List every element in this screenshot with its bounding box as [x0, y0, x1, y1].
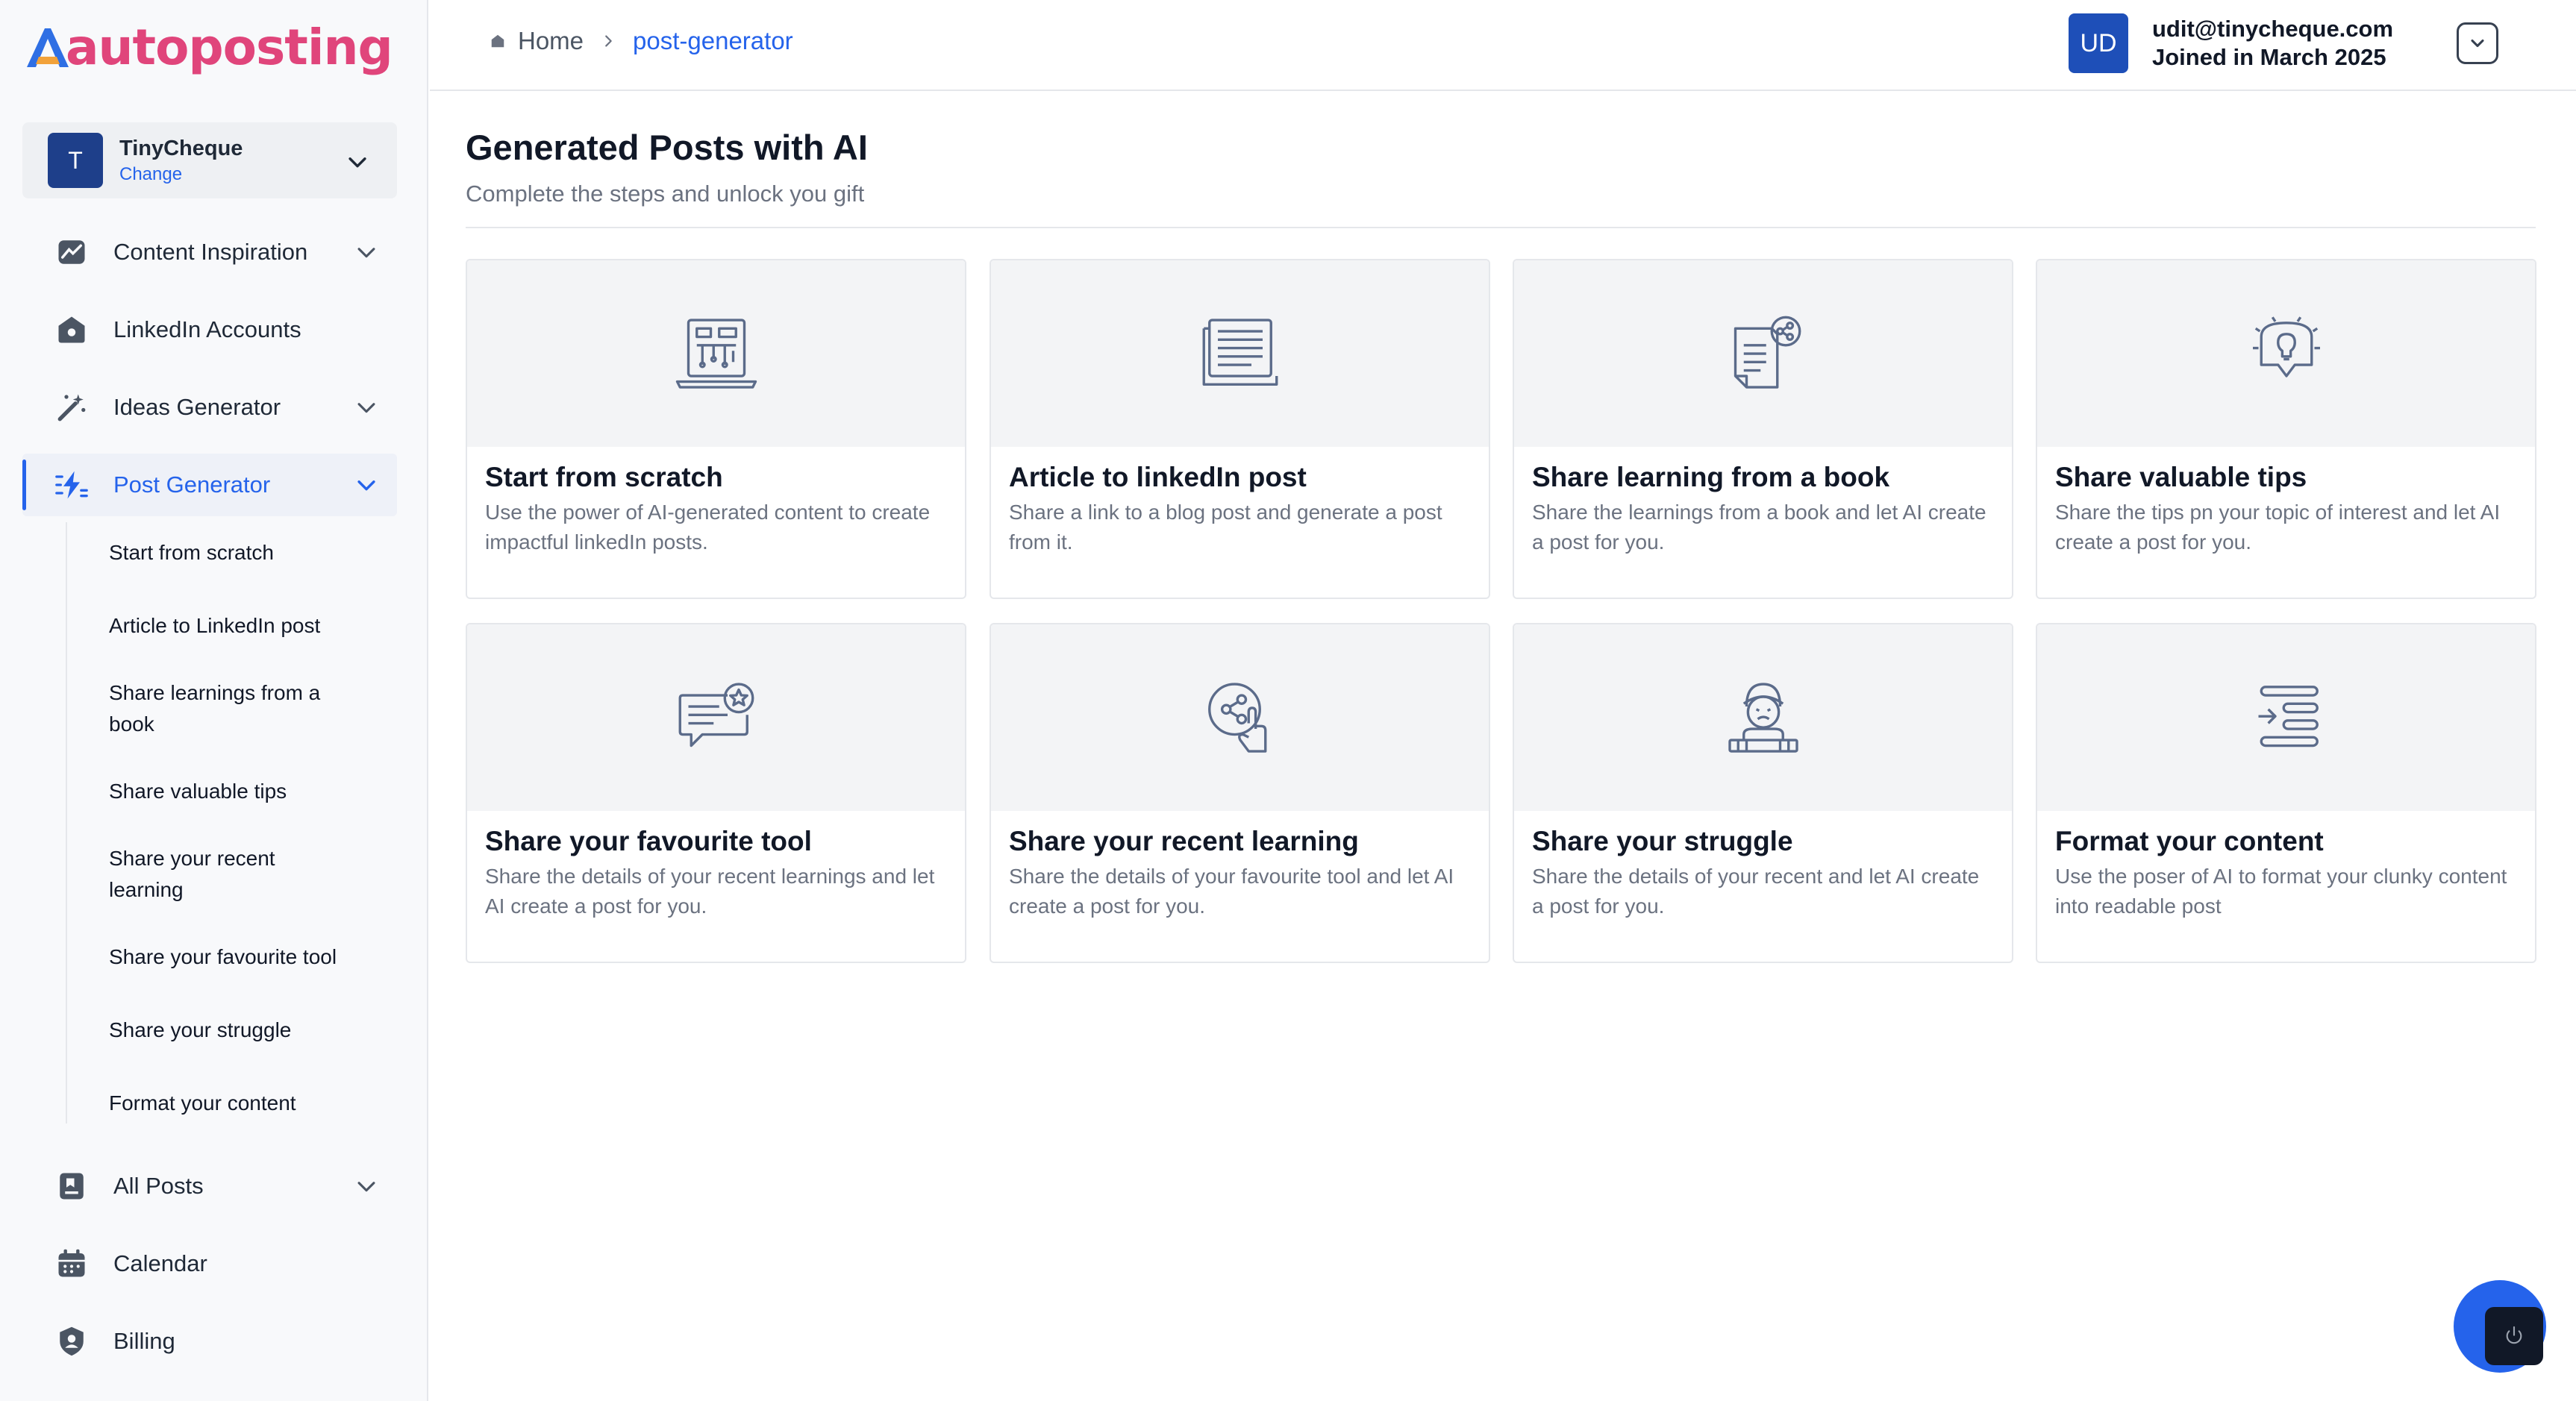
card-description: Share the details of your recent learnin…: [485, 865, 935, 918]
bookmark-icon: [55, 1170, 88, 1203]
sidebar-item-label: LinkedIn Accounts: [113, 316, 301, 342]
card-description: Share a link to a blog post and generate…: [1009, 501, 1442, 554]
card-description: Use the power of AI-generated content to…: [485, 501, 931, 554]
subnav-item-start-from-scratch[interactable]: Start from scratch: [109, 537, 393, 568]
sidebar-item-ideas-generator[interactable]: Ideas Generator: [22, 376, 397, 439]
card-title: Share your recent learning: [1009, 826, 1359, 856]
page-subtitle: Complete the steps and unlock you gift: [466, 181, 865, 207]
card-share-recent-learning[interactable]: Share your recent learning Share the det…: [990, 623, 1490, 963]
home-icon: [491, 34, 504, 48]
brand-name: autoposting: [66, 19, 393, 76]
chart-icon: [55, 236, 88, 269]
card-description: Share the tips pn your topic of interest…: [2055, 501, 2501, 554]
workspace-switcher[interactable]: T TinyCheque Change: [22, 122, 397, 198]
logo-mark-icon: [27, 28, 69, 67]
card-media: [1514, 260, 2012, 447]
bolt-icon: [55, 468, 88, 501]
subnav-item-share-valuable-tips[interactable]: Share valuable tips: [109, 776, 393, 807]
sidebar-item-post-generator[interactable]: Post Generator: [22, 454, 397, 516]
workspace-avatar: T: [48, 133, 103, 188]
card-title: Share learning from a book: [1532, 462, 1890, 492]
workspace-name: TinyCheque: [119, 136, 243, 160]
subnav-item-format-content[interactable]: Format your content: [109, 1088, 393, 1119]
sidebar-item-linkedin-accounts[interactable]: LinkedIn Accounts: [22, 298, 397, 361]
sidebar-item-label: All Posts: [113, 1173, 204, 1199]
brand-logo[interactable]: autoposting: [22, 18, 393, 78]
user-email: udit@tinycheque.com: [2152, 16, 2394, 42]
lightbulb-icon: [2252, 316, 2320, 377]
laptop-blueprint-icon: [675, 319, 757, 389]
card-title: Share your favourite tool: [485, 826, 812, 856]
sidebar-item-billing[interactable]: Billing: [22, 1310, 397, 1373]
calendar-icon: [55, 1247, 88, 1280]
card-title: Article to linkedIn post: [1009, 462, 1307, 492]
card-description: Share the learnings from a book and let …: [1532, 501, 1986, 554]
sidebar-item-label: Post Generator: [113, 471, 271, 498]
subnav-item-share-learnings-book[interactable]: Share learnings from a book: [109, 677, 363, 740]
power-button[interactable]: [2485, 1307, 2543, 1365]
chevron-down-icon: [348, 157, 366, 168]
card-title: Share your struggle: [1532, 826, 1793, 856]
chevron-down-icon: [357, 480, 375, 491]
power-icon: [2506, 1326, 2522, 1344]
chevron-right-icon: [605, 35, 612, 47]
sidebar-item-all-posts[interactable]: All Posts: [22, 1155, 397, 1217]
sidebar: autoposting T TinyCheque Change Content …: [0, 0, 428, 1401]
chevron-down-icon: [2471, 39, 2484, 48]
sidebar-item-content-inspiration[interactable]: Content Inspiration: [22, 221, 397, 283]
card-format-content[interactable]: Format your content Use the poser of AI …: [2036, 623, 2536, 963]
divider: [466, 227, 2536, 228]
article-icon: [1202, 319, 1278, 386]
sidebar-item-label: Billing: [113, 1328, 175, 1354]
card-share-learning-book[interactable]: Share learning from a book Share the lea…: [1513, 259, 2013, 599]
user-joined-date: Joined in March 2025: [2152, 44, 2386, 70]
top-bar: Home post-generator UD udit@tinycheque.c…: [430, 0, 2576, 91]
chevron-down-icon: [357, 403, 375, 413]
sidebar-item-label: Content Inspiration: [113, 239, 308, 265]
user-menu-button[interactable]: [2457, 22, 2498, 64]
card-title: Start from scratch: [485, 462, 723, 492]
book-share-icon: [1734, 316, 1801, 389]
sidebar-item-label: Calendar: [113, 1250, 207, 1276]
card-media: [2037, 260, 2535, 447]
breadcrumb: Home post-generator: [490, 27, 793, 55]
card-title: Format your content: [2055, 826, 2324, 856]
card-description: Use the poser of AI to format your clunk…: [2055, 865, 2507, 918]
card-media: [991, 260, 1489, 447]
card-media: [1514, 624, 2012, 811]
page-title: Generated Posts with AI: [466, 128, 868, 167]
breadcrumb-home-link[interactable]: Home: [518, 27, 584, 55]
card-description: Share the details of your recent and let…: [1532, 865, 1980, 918]
subnav-item-share-struggle[interactable]: Share your struggle: [109, 1015, 393, 1046]
house-icon: [55, 313, 88, 346]
subnav-item-share-recent-learning[interactable]: Share your recent learning: [109, 843, 333, 906]
subnav-item-share-favourite-tool[interactable]: Share your favourite tool: [109, 941, 393, 973]
user-info: udit@tinycheque.com Joined in March 2025: [2152, 15, 2393, 72]
breadcrumb-current: post-generator: [633, 27, 793, 54]
card-title: Share valuable tips: [2055, 462, 2307, 492]
chevron-down-icon: [357, 1182, 375, 1192]
stressed-person-icon: [1728, 683, 1798, 753]
card-share-valuable-tips[interactable]: Share valuable tips Share the tips pn yo…: [2036, 259, 2536, 599]
magic-wand-icon: [55, 391, 88, 424]
billing-icon: [55, 1325, 88, 1358]
card-media: [991, 624, 1489, 811]
workspace-change-link[interactable]: Change: [119, 164, 243, 185]
format-lines-icon: [2258, 686, 2319, 747]
card-share-favourite-tool[interactable]: Share your favourite tool Share the deta…: [466, 623, 966, 963]
share-hand-icon: [1207, 683, 1266, 753]
chat-star-icon: [678, 683, 754, 747]
card-article-to-linkedin[interactable]: Article to linkedIn post Share a link to…: [990, 259, 1490, 599]
card-media: [2037, 624, 2535, 811]
card-media: [467, 624, 965, 811]
card-description: Share the details of your favourite tool…: [1009, 865, 1454, 918]
sidebar-item-label: Ideas Generator: [113, 394, 281, 420]
card-start-from-scratch[interactable]: Start from scratch Use the power of AI-g…: [466, 259, 966, 599]
sidebar-item-calendar[interactable]: Calendar: [22, 1232, 397, 1295]
chevron-down-icon: [357, 248, 375, 258]
card-media: [467, 260, 965, 447]
card-share-struggle[interactable]: Share your struggle Share the details of…: [1513, 623, 2013, 963]
user-avatar[interactable]: UD: [2069, 13, 2128, 73]
subnav-item-article-to-linkedin[interactable]: Article to LinkedIn post: [109, 610, 393, 642]
